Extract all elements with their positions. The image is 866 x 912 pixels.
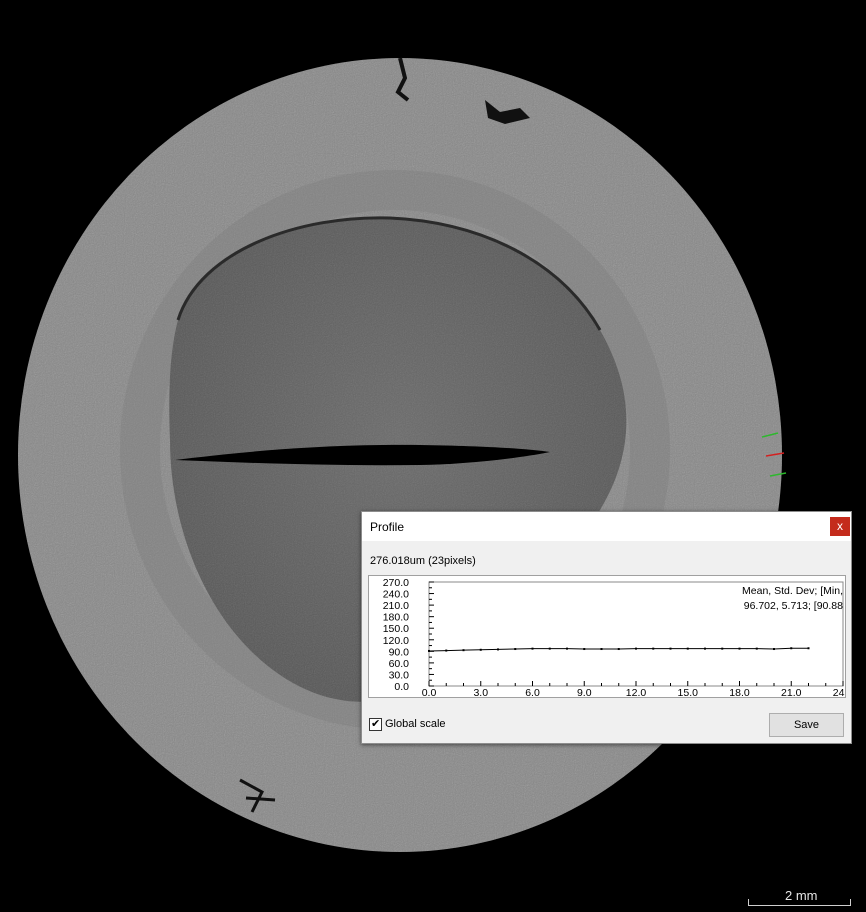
profile-data-point [704, 647, 706, 650]
stats-line-1: Mean, Std. Dev; [Min, [742, 585, 843, 597]
y-tick-label: 30.0 [389, 669, 410, 681]
scale-bar [748, 905, 851, 906]
save-button[interactable]: Save [769, 713, 844, 737]
global-scale-label: Global scale [385, 718, 446, 730]
profile-window[interactable]: Profile x 276.018um (23pixels) 270.0 240.… [361, 511, 852, 744]
close-button[interactable]: x [830, 517, 850, 536]
x-tick-label: 9.0 [577, 687, 592, 697]
profile-data-point [479, 648, 482, 651]
x-tick-label: 6.0 [525, 687, 540, 697]
x-tick-label: 3.0 [473, 687, 488, 697]
x-tick-label: 12.0 [626, 687, 647, 697]
y-tick-label: 240.0 [383, 589, 409, 601]
x-tick-label: 0.0 [422, 687, 437, 697]
stats-line-2: 96.702, 5.713; [90.88 [744, 600, 843, 612]
profile-data-point [721, 647, 724, 650]
checkmark-icon: ✔ [371, 718, 381, 730]
x-tick-label: 24.0 [833, 687, 845, 697]
x-tick-label: 21.0 [781, 687, 802, 697]
y-tick-label: 0.0 [394, 681, 409, 693]
y-tick-label: 210.0 [383, 600, 409, 612]
profile-data-point [428, 649, 430, 652]
scale-bar-label: 2 mm [785, 888, 818, 903]
y-tick-label: 60.0 [389, 658, 410, 670]
profile-data-point [807, 647, 810, 650]
y-tick-label: 120.0 [383, 635, 409, 647]
profile-data-point [755, 647, 758, 650]
plot-frame [428, 581, 844, 687]
profile-data-point [686, 647, 689, 650]
profile-data-point [445, 649, 448, 652]
chart-series [428, 647, 810, 652]
profile-data-point [514, 648, 517, 651]
profile-data-point [583, 648, 586, 651]
profile-data-point [566, 647, 568, 650]
profile-data-point [773, 648, 775, 651]
profile-data-point [652, 647, 655, 650]
profile-data-point [738, 647, 741, 650]
profile-data-point [669, 647, 672, 650]
y-tick-label: 270.0 [383, 577, 409, 589]
profile-chart: 270.0240.0210.0180.0150.0120.090.060.030… [383, 577, 845, 697]
profile-data-point [531, 647, 534, 650]
y-tick-label: 90.0 [389, 646, 410, 658]
profile-length-text: 276.018um (23pixels) [370, 555, 476, 567]
profile-data-point [462, 649, 465, 652]
profile-data-point [635, 647, 637, 650]
profile-window-titlebar[interactable]: Profile x [362, 512, 851, 541]
x-tick-label: 18.0 [729, 687, 750, 697]
profile-data-point [600, 648, 603, 651]
window-title: Profile [370, 520, 405, 534]
profile-data-point [548, 647, 551, 650]
y-tick-label: 150.0 [383, 623, 409, 635]
ct-scan-image[interactable] [0, 0, 866, 912]
profile-data-point [617, 648, 620, 651]
profile-data-point [497, 648, 499, 651]
scale-bar-tick-right [850, 899, 851, 906]
y-tick-label: 180.0 [383, 612, 409, 624]
global-scale-checkbox[interactable]: ✔ [369, 718, 382, 731]
profile-plot[interactable]: 270.0 240.0 210.0 180.0 150.0 120.0 90.0 60.0 30… [368, 575, 846, 698]
x-tick-label: 15.0 [678, 687, 699, 697]
profile-data-point [790, 647, 793, 650]
